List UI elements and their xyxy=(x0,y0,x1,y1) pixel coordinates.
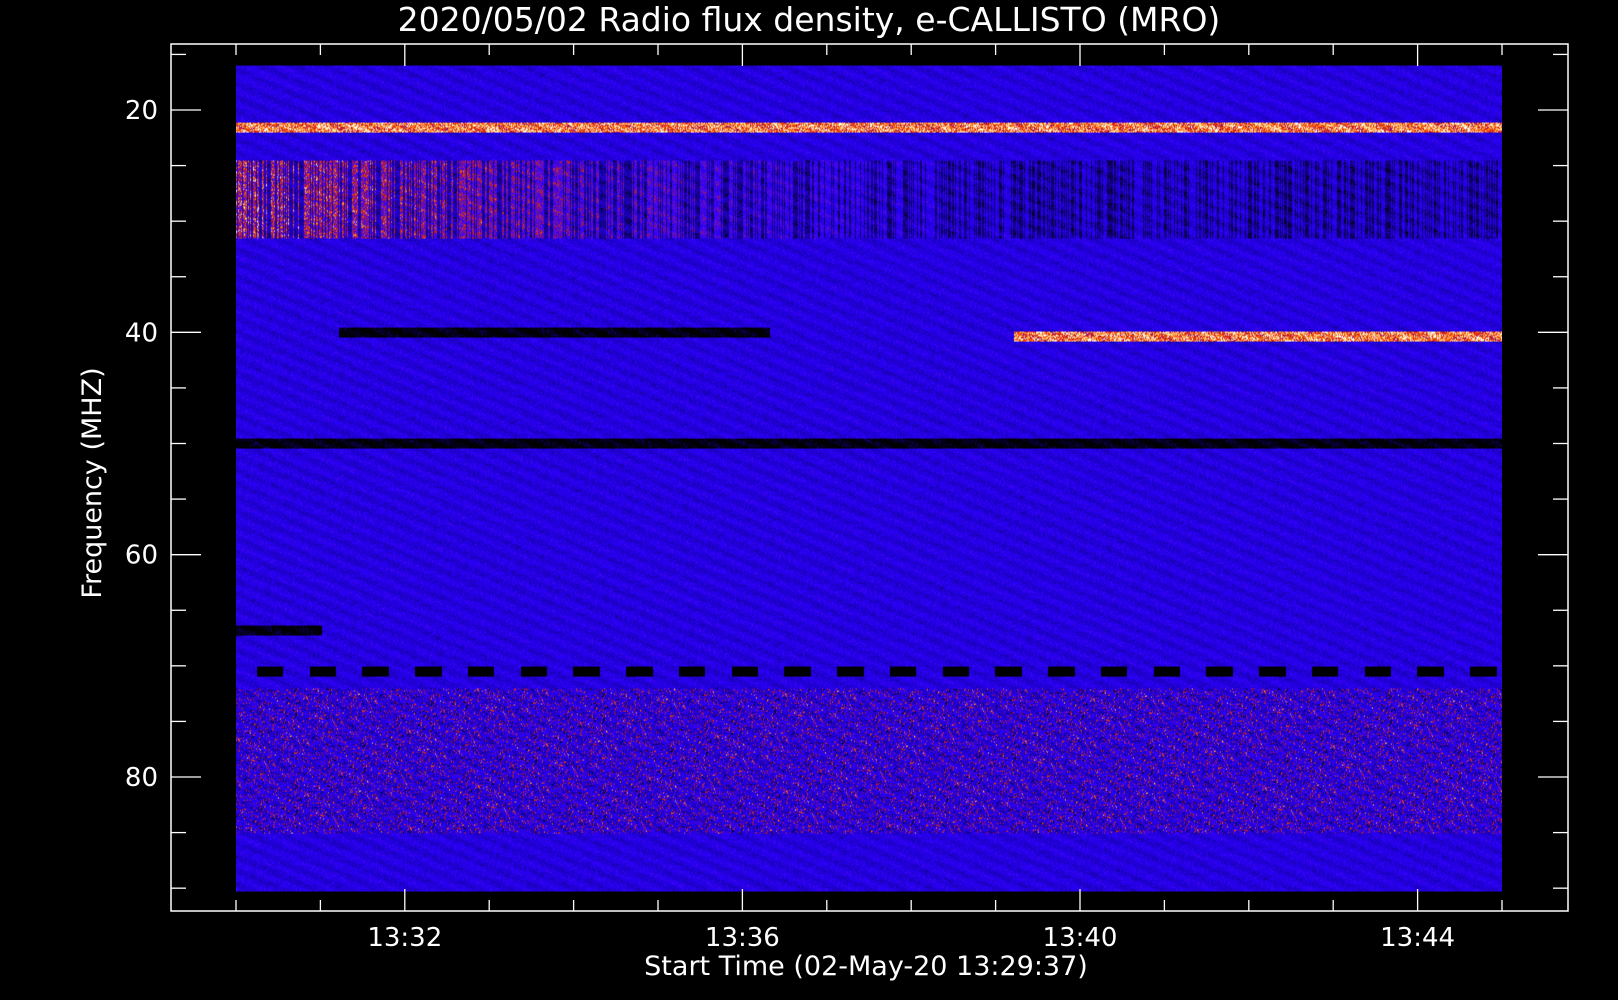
spectrogram-image xyxy=(236,65,1502,892)
x-tick-label: 13:40 xyxy=(1043,923,1118,953)
x-axis-label: Start Time (02-May-20 13:29:37) xyxy=(644,951,1088,982)
x-tick-label: 13:44 xyxy=(1380,923,1455,953)
spectrogram-chart: 2020/05/02 Radio flux density, e-CALLIST… xyxy=(0,0,1618,1000)
chart-title: 2020/05/02 Radio flux density, e-CALLIST… xyxy=(398,0,1221,39)
y-tick-label: 20 xyxy=(125,96,158,126)
x-tick-label: 13:36 xyxy=(705,923,780,953)
y-tick-label: 40 xyxy=(125,318,158,348)
y-axis-label: Frequency (MHZ) xyxy=(77,367,108,598)
y-tick-label: 60 xyxy=(125,541,158,571)
x-tick-label: 13:32 xyxy=(367,923,442,953)
y-tick-label: 80 xyxy=(125,763,158,793)
